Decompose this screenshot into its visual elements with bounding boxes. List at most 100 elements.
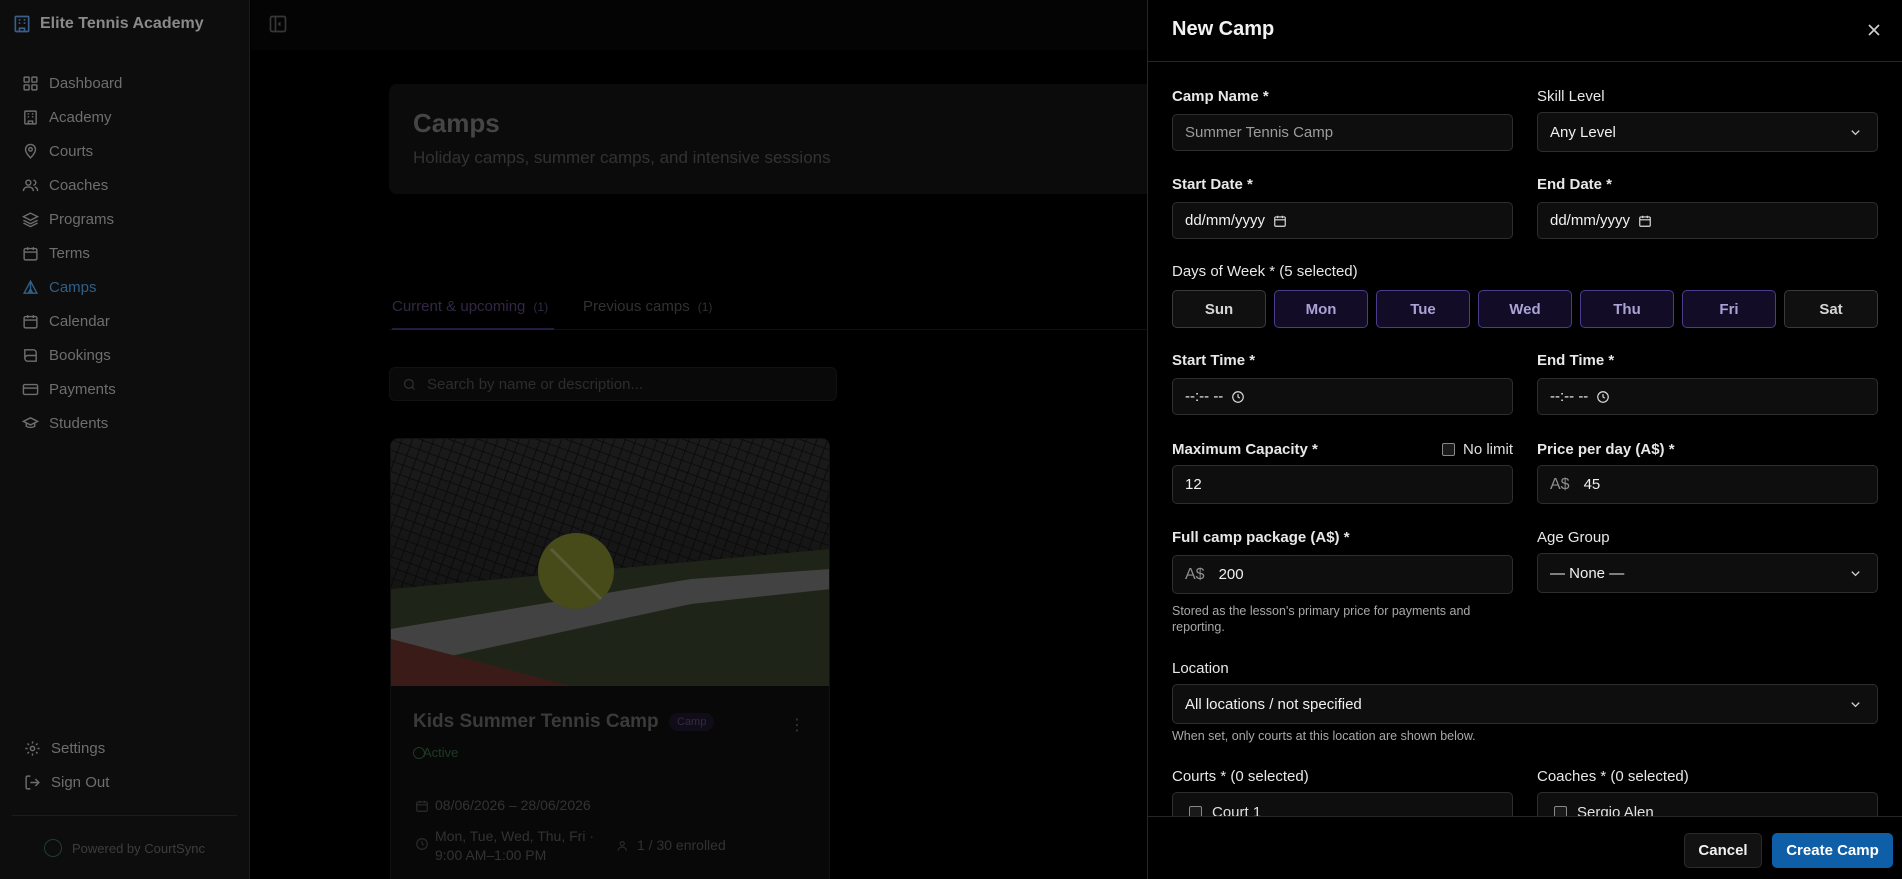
day-mon-button[interactable]: Mon: [1274, 290, 1368, 328]
age-group-select[interactable]: — None —: [1537, 553, 1878, 593]
search-input[interactable]: [427, 375, 807, 393]
clock-icon[interactable]: [1231, 390, 1245, 404]
calendar-icon[interactable]: [1638, 214, 1652, 228]
clock-icon[interactable]: [1596, 390, 1610, 404]
drawer-form: Camp Name * Skill Level Any Level Start …: [1148, 62, 1902, 816]
sidebar-item-bookings[interactable]: Bookings: [10, 338, 240, 372]
max-capacity-field[interactable]: 12: [1172, 465, 1513, 504]
calendar-icon[interactable]: [1273, 214, 1287, 228]
create-camp-button[interactable]: Create Camp: [1772, 833, 1893, 868]
credit-card-icon: [22, 383, 39, 395]
day-tue-button[interactable]: Tue: [1376, 290, 1470, 328]
more-options-icon[interactable]: ⋮: [789, 715, 805, 735]
end-date-field[interactable]: dd/mm/yyyy: [1537, 202, 1878, 239]
logout-icon: [25, 774, 40, 790]
page-header: Camps Holiday camps, summer camps, and i…: [389, 84, 1189, 194]
powered-by[interactable]: Powered by CourtSync: [72, 841, 205, 856]
clock-icon: [416, 838, 428, 850]
no-limit-label: No limit: [1463, 441, 1514, 458]
settings-label: Settings: [51, 739, 106, 757]
drawer-header: New Camp: [1148, 0, 1902, 62]
layers-icon: [22, 211, 39, 227]
brand[interactable]: Elite Tennis Academy: [12, 12, 204, 36]
location-value: All locations / not specified: [1185, 695, 1362, 713]
age-group-value: — None —: [1550, 564, 1625, 582]
search-box[interactable]: [389, 367, 837, 401]
location-select[interactable]: All locations / not specified: [1172, 684, 1878, 724]
users-icon: [22, 178, 39, 191]
sidebar-item-label: Terms: [49, 244, 90, 262]
full-package-field[interactable]: A$ 200: [1172, 555, 1513, 594]
no-limit-checkbox[interactable]: No limit: [1442, 441, 1513, 458]
end-time-label: End Time *: [1537, 352, 1615, 369]
days-of-week-label: Days of Week * (5 selected): [1172, 263, 1358, 280]
start-date-field[interactable]: dd/mm/yyyy: [1172, 202, 1513, 239]
sidebar-item-label: Calendar: [49, 312, 110, 330]
sidebar-nav: Dashboard Academy Courts Coaches Program…: [10, 66, 240, 440]
end-time-field[interactable]: --:-- --: [1537, 378, 1878, 415]
sidebar-toggle-icon[interactable]: [268, 14, 288, 34]
sidebar-item-label: Students: [49, 414, 109, 432]
tab-current-upcoming[interactable]: Current & upcoming (1): [392, 298, 555, 330]
sidebar-divider: [12, 815, 237, 816]
day-fri-button[interactable]: Fri: [1682, 290, 1776, 328]
day-wed-button[interactable]: Wed: [1478, 290, 1572, 328]
sidebar-item-terms[interactable]: Terms: [10, 236, 240, 270]
full-package-help: Stored as the lesson's primary price for…: [1172, 604, 1471, 634]
tab-previous-camps[interactable]: Previous camps (1): [583, 298, 712, 315]
day-sun-button[interactable]: Sun: [1172, 290, 1266, 328]
sidebar-item-camps[interactable]: Camps: [10, 270, 240, 304]
camp-enrolled: 1 / 30 enrolled: [637, 837, 726, 853]
sidebar-item-dashboard[interactable]: Dashboard: [10, 66, 240, 100]
status-badge: Active: [423, 745, 459, 760]
tent-icon: [22, 279, 39, 294]
sidebar-item-label: Payments: [49, 380, 116, 398]
close-icon[interactable]: [1864, 20, 1884, 40]
chevron-down-icon: [1851, 571, 1860, 577]
day-sat-button[interactable]: Sat: [1784, 290, 1878, 328]
camp-name-input[interactable]: [1185, 124, 1512, 141]
cancel-button[interactable]: Cancel: [1684, 833, 1762, 868]
sidebar-item-courts[interactable]: Courts: [10, 134, 240, 168]
calendar-icon: [23, 246, 38, 261]
coach-option-label[interactable]: Sergio Alen: [1577, 804, 1654, 817]
checkbox[interactable]: [1442, 443, 1455, 456]
camp-card[interactable]: Kids Summer Tennis Camp Camp ⋮ Active 08…: [390, 438, 830, 879]
coaches-label: Coaches * (0 selected): [1537, 768, 1689, 785]
camp-name-label: Camp Name *: [1172, 88, 1269, 105]
sidebar-item-settings[interactable]: Settings: [10, 731, 240, 765]
sidebar-item-coaches[interactable]: Coaches: [10, 168, 240, 202]
drawer-title: New Camp: [1172, 18, 1275, 40]
sidebar-item-programs[interactable]: Programs: [10, 202, 240, 236]
camp-tabs: Current & upcoming (1) Previous camps (1…: [389, 290, 1189, 330]
sidebar-item-label: Camps: [49, 278, 97, 296]
coach-checkbox[interactable]: [1554, 805, 1567, 816]
skill-level-label: Skill Level: [1537, 88, 1605, 105]
start-time-label: Start Time *: [1172, 352, 1256, 369]
search-icon: [403, 378, 415, 390]
sidebar-item-students[interactable]: Students: [10, 406, 240, 440]
sidebar-item-label: Academy: [49, 108, 112, 126]
sidebar-item-academy[interactable]: Academy: [10, 100, 240, 134]
price-per-day-field[interactable]: A$ 45: [1537, 465, 1878, 504]
start-time-field[interactable]: --:-- --: [1172, 378, 1513, 415]
sidebar-item-label: Coaches: [49, 176, 109, 194]
users-icon: [617, 841, 627, 851]
max-capacity-label: Maximum Capacity *: [1172, 441, 1318, 458]
calendar-icon: [23, 314, 38, 329]
court-checkbox[interactable]: [1189, 805, 1202, 816]
skill-level-select[interactable]: Any Level: [1537, 112, 1878, 152]
building-icon: [24, 109, 37, 125]
currency-prefix: A$: [1550, 475, 1570, 493]
court-option-label[interactable]: Court 1: [1212, 804, 1261, 817]
sidebar-item-sign-out[interactable]: Sign Out: [10, 765, 240, 799]
graduation-cap-icon: [22, 416, 39, 428]
end-time-value: --:-- --: [1550, 388, 1589, 405]
age-group-label: Age Group: [1537, 529, 1610, 546]
drawer-footer: Cancel Create Camp: [1148, 816, 1902, 879]
camp-name-field[interactable]: [1172, 114, 1513, 151]
day-thu-button[interactable]: Thu: [1580, 290, 1674, 328]
sidebar-item-payments[interactable]: Payments: [10, 372, 240, 406]
tab-label: Previous camps: [583, 298, 690, 315]
sidebar-item-calendar[interactable]: Calendar: [10, 304, 240, 338]
